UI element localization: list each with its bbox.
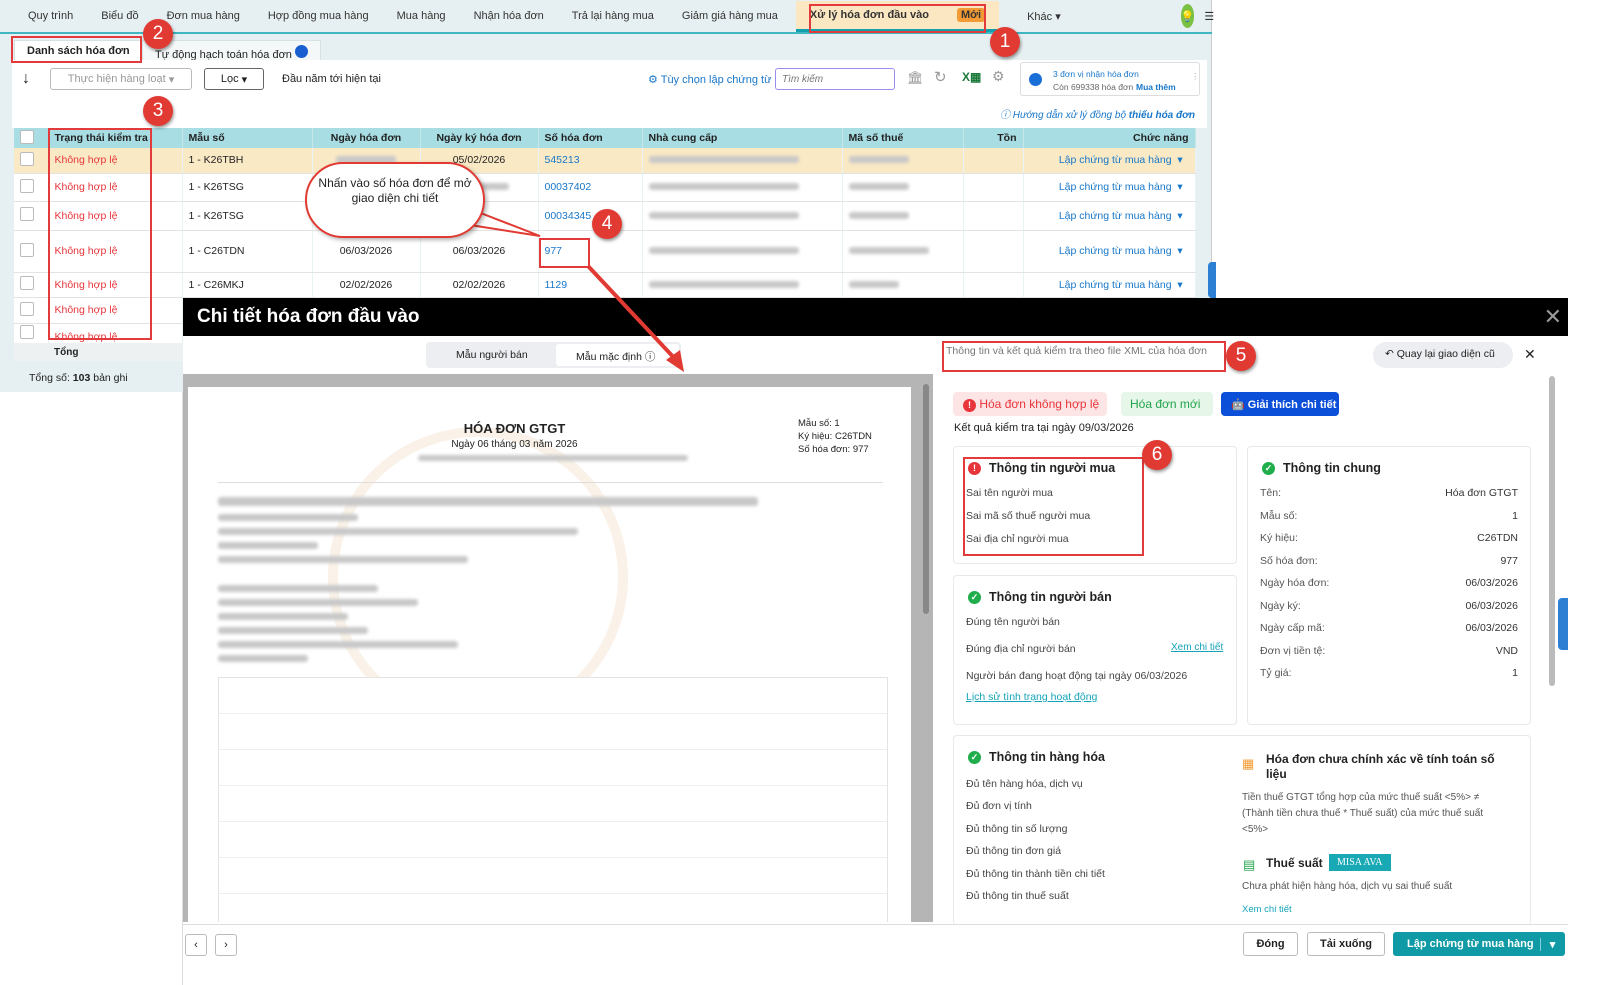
annotation-4: 4 bbox=[592, 209, 622, 239]
annotation-1: 1 bbox=[990, 27, 1020, 57]
callout-bubble: Nhấn vào số hóa đơn để mở giao diện chi … bbox=[305, 162, 485, 238]
annotation-5: 5 bbox=[1226, 341, 1256, 371]
annotation-2: 2 bbox=[143, 19, 173, 49]
annotation-arrow bbox=[468, 210, 684, 372]
annotation-6: 6 bbox=[1142, 440, 1172, 470]
annotation-3: 3 bbox=[143, 96, 173, 126]
